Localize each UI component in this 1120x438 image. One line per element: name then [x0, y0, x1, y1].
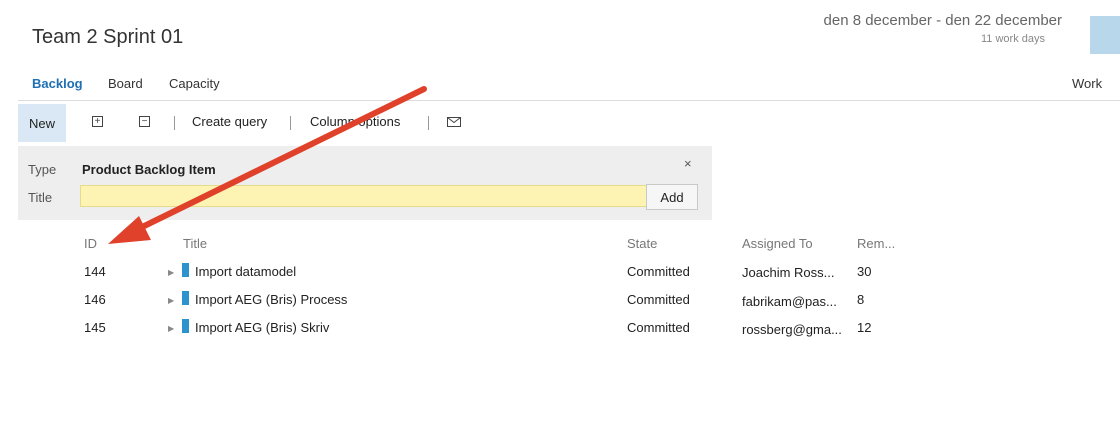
- row-id: 144: [84, 264, 106, 279]
- column-header-state[interactable]: State: [627, 236, 657, 251]
- row-assigned-to: fabrikam@pas...: [742, 294, 837, 309]
- column-options-button[interactable]: Column options: [310, 114, 400, 129]
- work-item-type-bar: [182, 263, 189, 277]
- row-state: Committed: [627, 264, 690, 279]
- mail-icon[interactable]: [447, 117, 461, 127]
- tab-backlog[interactable]: Backlog: [32, 76, 83, 91]
- column-header-remaining[interactable]: Rem...: [857, 236, 895, 251]
- expand-row-icon[interactable]: ▶: [168, 324, 174, 333]
- new-button[interactable]: New: [18, 104, 66, 142]
- sprint-work-days: 11 work days: [981, 33, 1045, 45]
- row-state: Committed: [627, 320, 690, 335]
- row-remaining: 12: [857, 320, 872, 335]
- title-input[interactable]: [80, 185, 656, 207]
- work-item-type-bar: [182, 319, 189, 333]
- row-assigned-to: Joachim Ross...: [742, 265, 835, 280]
- quick-add-panel: Type Product Backlog Item × Title Add: [18, 146, 712, 220]
- page-title: Team 2 Sprint 01: [32, 26, 184, 48]
- row-remaining: 30: [857, 264, 872, 279]
- column-header-assigned-to[interactable]: Assigned To: [742, 236, 813, 251]
- row-remaining: 8: [857, 292, 865, 307]
- work-item-type[interactable]: Product Backlog Item: [82, 162, 216, 177]
- collapse-all-icon[interactable]: −: [139, 116, 150, 127]
- expand-all-icon[interactable]: +: [92, 116, 103, 127]
- annotation-arrow-head: [108, 216, 151, 244]
- add-button[interactable]: Add: [646, 184, 698, 210]
- toolbar-separator: [290, 116, 291, 130]
- row-title[interactable]: Import AEG (Bris) Process: [195, 292, 347, 307]
- title-label: Title: [28, 190, 53, 205]
- toolbar-separator: [428, 116, 429, 130]
- sprint-burndown-tile[interactable]: [1090, 16, 1120, 54]
- work-item-type-bar: [182, 291, 189, 305]
- tab-board[interactable]: Board: [108, 76, 143, 91]
- row-state: Committed: [627, 292, 690, 307]
- work-link[interactable]: Work: [1072, 76, 1102, 91]
- row-id: 146: [84, 292, 106, 307]
- tabs-divider: [18, 100, 1120, 101]
- column-header-title[interactable]: Title: [183, 236, 207, 251]
- row-assigned-to: rossberg@gma...: [742, 322, 842, 337]
- tab-capacity[interactable]: Capacity: [169, 76, 220, 91]
- row-id: 145: [84, 320, 106, 335]
- sprint-date-range: den 8 december - den 22 december: [823, 12, 1062, 29]
- expand-row-icon[interactable]: ▶: [168, 296, 174, 305]
- type-label: Type: [28, 162, 57, 177]
- row-title[interactable]: Import AEG (Bris) Skriv: [195, 320, 329, 335]
- column-header-id[interactable]: ID: [84, 236, 97, 251]
- toolbar: New + − Create query Column options: [18, 104, 1120, 142]
- row-title[interactable]: Import datamodel: [195, 264, 296, 279]
- close-icon[interactable]: ×: [684, 156, 692, 171]
- create-query-button[interactable]: Create query: [192, 114, 267, 129]
- toolbar-separator: [174, 116, 175, 130]
- expand-row-icon[interactable]: ▶: [168, 268, 174, 277]
